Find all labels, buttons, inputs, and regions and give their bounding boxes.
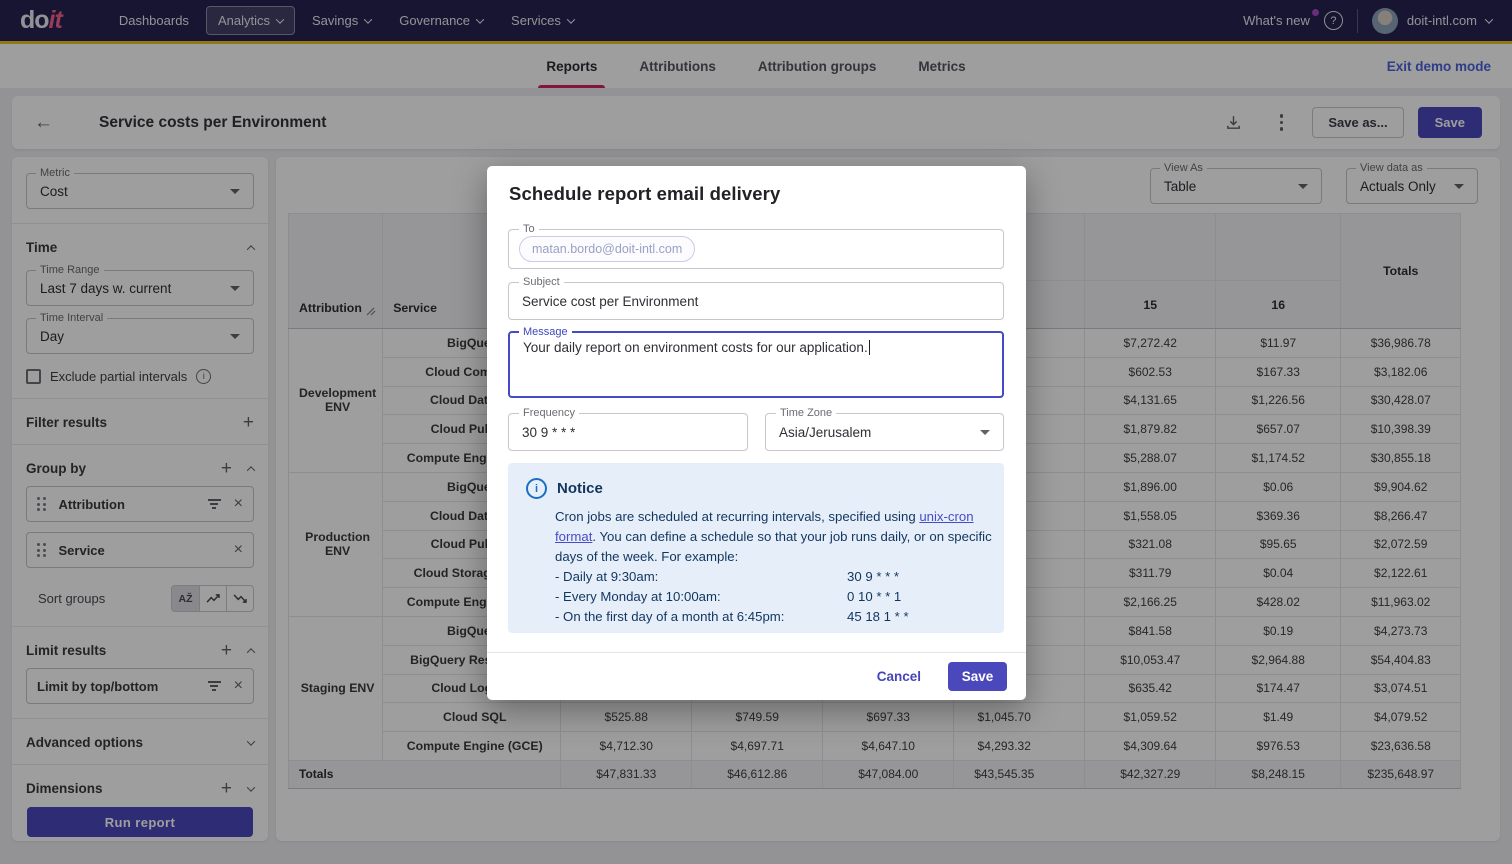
- to-label: To: [519, 223, 539, 235]
- dropdown-arrow-icon: [980, 430, 990, 435]
- notice-body: Cron jobs are scheduled at recurring int…: [555, 507, 995, 567]
- recipient-chip[interactable]: matan.bordo@doit-intl.com: [519, 236, 695, 262]
- schedule-email-dialog: Schedule report email delivery To matan.…: [487, 166, 1026, 700]
- cron-notice-panel: i Notice Cron jobs are scheduled at recu…: [508, 463, 1004, 633]
- subject-label: Subject: [519, 276, 564, 288]
- subject-field[interactable]: Subject Service cost per Environment: [508, 282, 1004, 320]
- save-schedule-button[interactable]: Save: [948, 662, 1007, 691]
- subject-value: Service cost per Environment: [509, 283, 1003, 319]
- frequency-label: Frequency: [519, 407, 579, 419]
- frequency-field[interactable]: Frequency 30 9 * * *: [508, 413, 748, 451]
- timezone-value: Asia/Jerusalem: [779, 425, 871, 440]
- cron-examples: - Daily at 9:30am:30 9 * * *- Every Mond…: [526, 567, 986, 627]
- cron-example-row: - Every Monday at 10:00am:0 10 * * 1: [555, 587, 986, 607]
- cron-example-row: - On the first day of a month at 6:45pm:…: [555, 607, 986, 627]
- page: doit DashboardsAnalyticsSavingsGovernanc…: [0, 0, 1512, 864]
- message-value: Your daily report on environment costs f…: [523, 340, 868, 355]
- cron-example-row: - Daily at 9:30am:30 9 * * *: [555, 567, 986, 587]
- timezone-label: Time Zone: [776, 407, 836, 419]
- info-icon: i: [526, 478, 547, 499]
- message-field[interactable]: Message Your daily report on environment…: [508, 331, 1004, 398]
- dialog-footer: Cancel Save: [487, 652, 1026, 700]
- to-field[interactable]: To matan.bordo@doit-intl.com: [508, 229, 1004, 269]
- timezone-select[interactable]: Time Zone Asia/Jerusalem: [765, 413, 1004, 451]
- message-label: Message: [519, 326, 572, 338]
- frequency-value: 30 9 * * *: [509, 414, 747, 450]
- dialog-title: Schedule report email delivery: [509, 183, 780, 205]
- cancel-button[interactable]: Cancel: [877, 669, 921, 684]
- notice-title: Notice: [557, 480, 603, 497]
- text-cursor: [869, 340, 870, 355]
